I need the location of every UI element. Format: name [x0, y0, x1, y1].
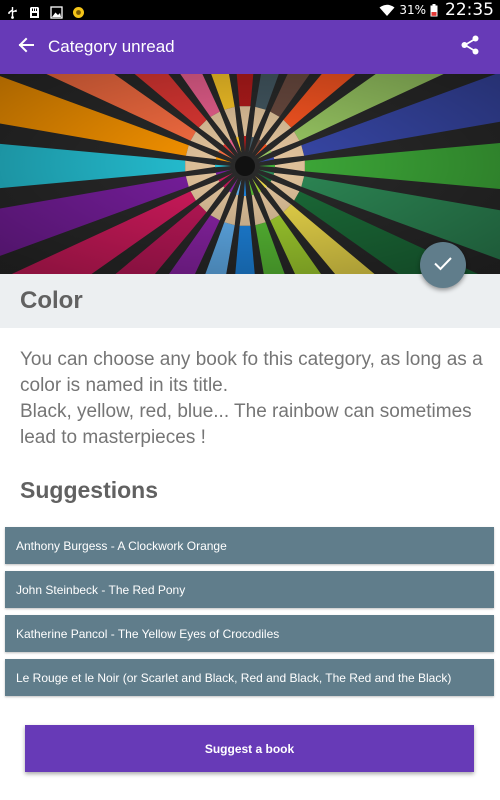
mark-read-fab[interactable]: [420, 242, 466, 288]
arrow-back-icon: [17, 36, 35, 59]
battery-percent: 31%: [399, 3, 426, 17]
usb-icon: [6, 4, 19, 19]
category-title: Color: [20, 287, 83, 314]
status-bar-right: 31% 22:35: [379, 0, 494, 20]
colored-pencils-image: [0, 74, 500, 274]
category-header: Color: [0, 274, 500, 328]
suggestion-item[interactable]: Le Rouge et le Noir (or Scarlet and Blac…: [5, 659, 494, 696]
category-description: You can choose any book fo this category…: [20, 349, 483, 448]
status-time: 22:35: [445, 0, 494, 20]
suggestion-item[interactable]: John Steinbeck - The Red Pony: [5, 571, 494, 608]
wifi-icon: [379, 4, 395, 17]
suggestions-heading: Suggestions: [20, 477, 159, 503]
suggestion-item[interactable]: Anthony Burgess - A Clockwork Orange: [5, 527, 494, 564]
suggest-book-button[interactable]: Suggest a book: [25, 725, 474, 772]
battery-icon: [430, 3, 438, 17]
share-button[interactable]: [448, 20, 492, 74]
sd-card-icon: [28, 4, 41, 18]
app-bar-title: Category unread: [48, 37, 175, 56]
share-icon: [459, 34, 481, 61]
app-bar: Category unread: [0, 20, 500, 74]
app-notification-icon: [72, 4, 85, 18]
image-icon: [50, 4, 63, 19]
back-button[interactable]: [0, 20, 52, 74]
check-icon: [432, 252, 454, 279]
status-bar: 31% 22:35: [0, 0, 500, 20]
suggestion-item[interactable]: Katherine Pancol - The Yellow Eyes of Cr…: [5, 615, 494, 652]
status-bar-left: [6, 4, 85, 19]
suggestion-list: Anthony Burgess - A Clockwork Orange Joh…: [5, 527, 494, 703]
